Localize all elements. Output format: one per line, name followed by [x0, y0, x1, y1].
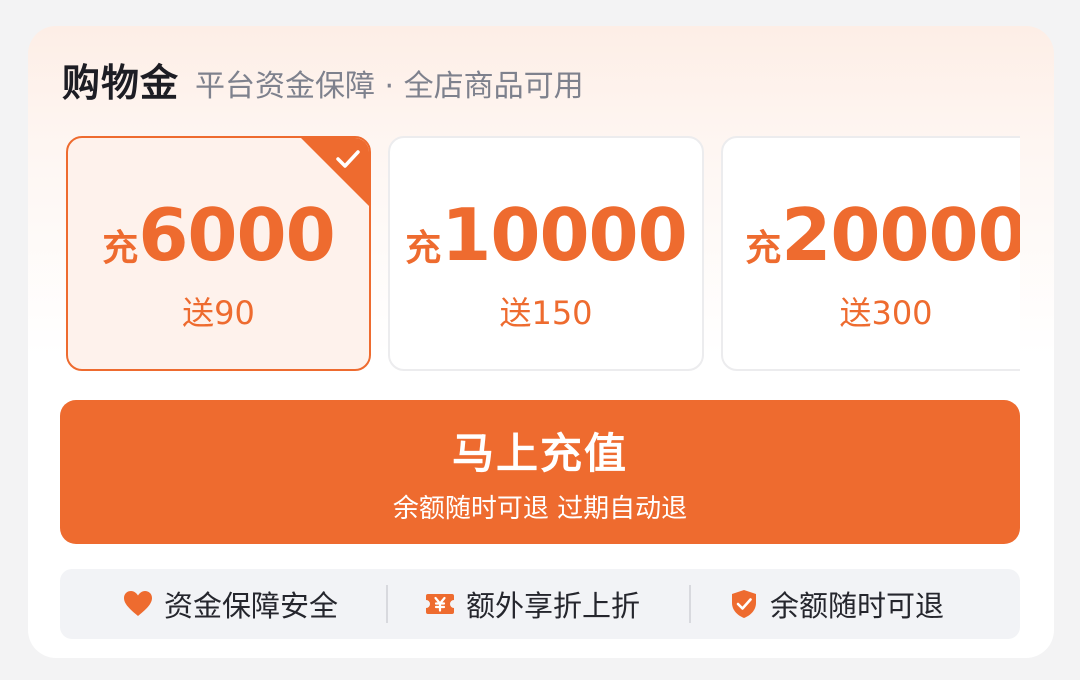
- recharge-button-sublabel: 余额随时可退 过期自动退: [392, 494, 688, 524]
- option-bonus: 送300: [839, 294, 933, 332]
- recharge-button-label: 马上充值: [451, 429, 628, 478]
- option-prefix: 充: [102, 228, 139, 269]
- option-amount: 20000: [781, 193, 1020, 277]
- recharge-option-10000[interactable]: 充10000 送150: [388, 136, 704, 371]
- option-prefix: 充: [405, 228, 442, 269]
- feature-divider: [386, 585, 388, 623]
- recharge-option-20000[interactable]: 充20000 送300: [721, 136, 1020, 371]
- feature-refundable: 余额随时可退: [728, 569, 944, 639]
- card-header: 购物金 平台资金保障 · 全店商品可用: [62, 52, 584, 112]
- yen-ticket-icon: [426, 594, 454, 614]
- feature-divider: [689, 585, 691, 623]
- feature-label: 余额随时可退: [770, 589, 945, 623]
- card-title: 购物金: [62, 61, 180, 105]
- option-amount: 10000: [441, 193, 687, 277]
- option-bonus: 送90: [182, 294, 255, 332]
- heart-icon: [124, 591, 152, 616]
- option-bonus: 送150: [499, 294, 593, 332]
- shield-check-icon: [732, 590, 756, 618]
- recharge-option-6000[interactable]: 充6000 送90: [66, 136, 371, 371]
- feature-extra-discount: 额外享折上折: [424, 569, 640, 639]
- feature-bar: 资金保障安全 额外享折上折 余额随时可退: [60, 569, 1020, 639]
- recharge-options: 充6000 送90 充10000 送150 充20000 送300: [66, 136, 1020, 371]
- recharge-now-button[interactable]: 马上充值 余额随时可退 过期自动退: [60, 400, 1020, 544]
- feature-label: 资金保障安全: [164, 589, 339, 623]
- option-amount-line: 充20000: [723, 193, 1020, 277]
- option-prefix: 充: [745, 228, 782, 269]
- checkmark-icon: [336, 150, 360, 168]
- feature-fund-safety: 资金保障安全: [122, 569, 338, 639]
- feature-label: 额外享折上折: [466, 589, 641, 623]
- card-subtitle: 平台资金保障 · 全店商品可用: [195, 69, 584, 104]
- shopping-credit-card: 购物金 平台资金保障 · 全店商品可用 充6000 送90 充10000 送15…: [28, 26, 1054, 658]
- option-amount-line: 充10000: [390, 193, 702, 277]
